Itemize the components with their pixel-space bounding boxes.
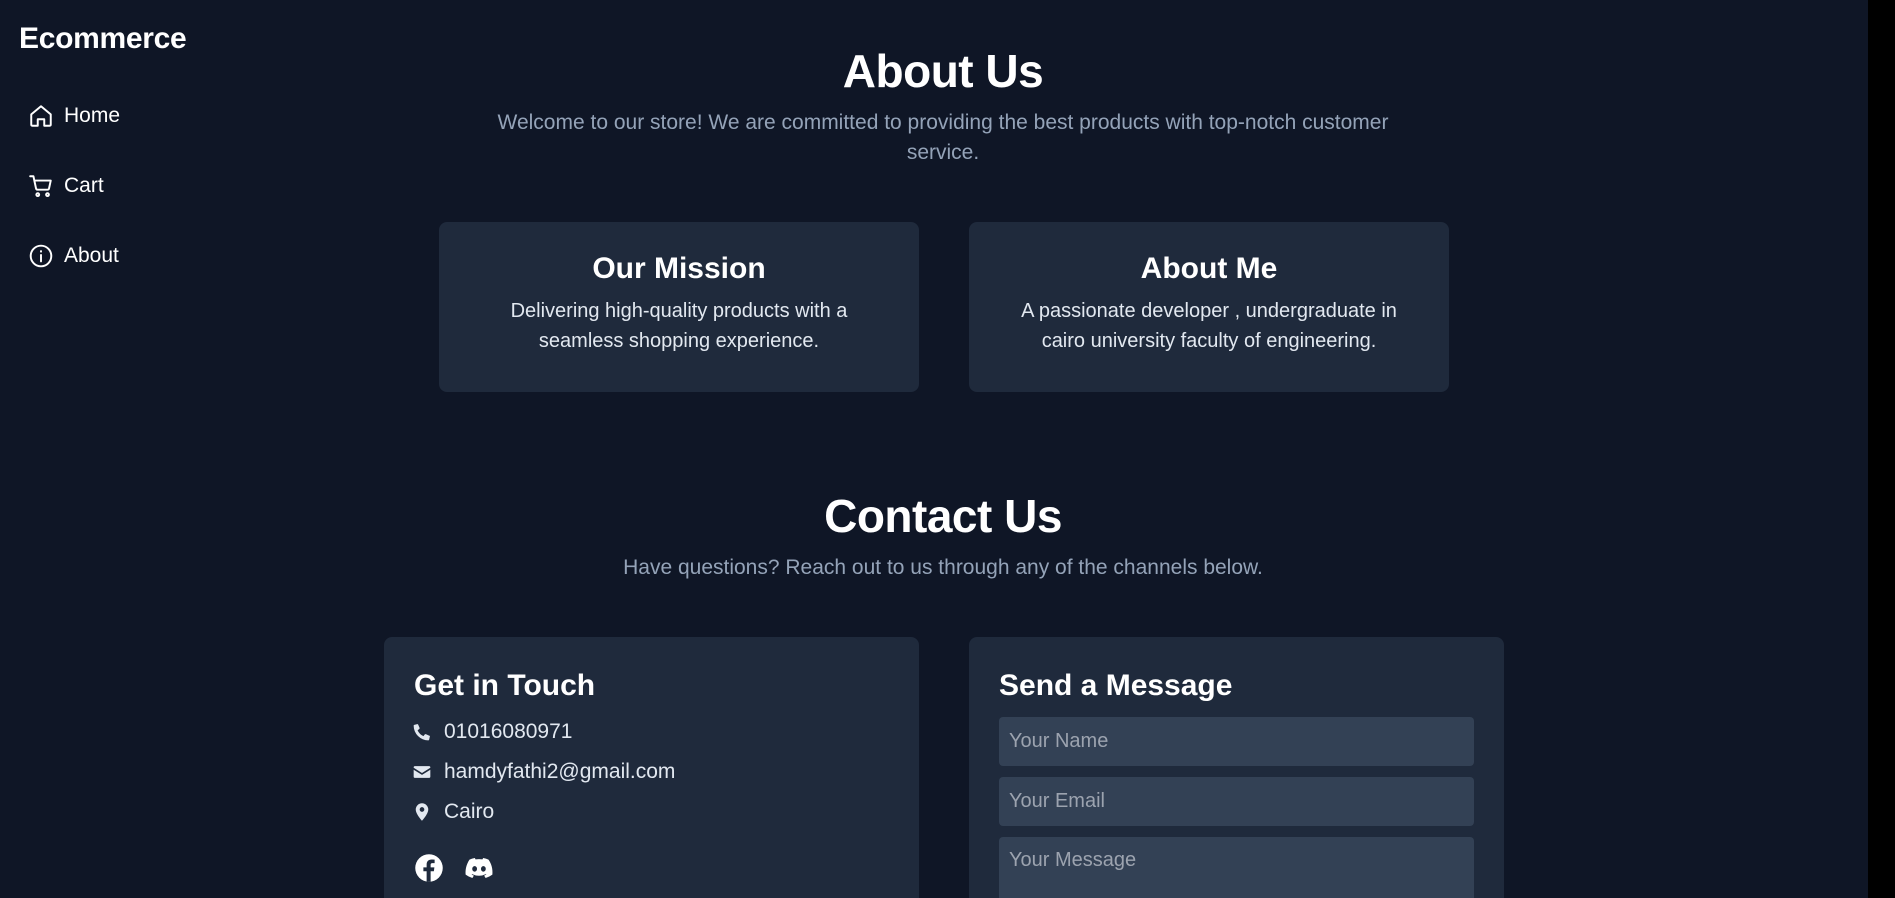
message-textarea[interactable] xyxy=(999,837,1474,898)
sidebar-item-label: Cart xyxy=(64,174,104,197)
home-icon xyxy=(28,103,54,129)
envelope-icon xyxy=(412,762,432,782)
brand-logo[interactable]: Ecommerce xyxy=(19,22,187,56)
get-in-touch-title: Get in Touch xyxy=(414,669,596,702)
contact-section-header: Contact Us Have questions? Reach out to … xyxy=(220,489,1666,583)
sidebar-item-cart[interactable]: Cart xyxy=(28,169,104,203)
contact-title: Contact Us xyxy=(824,490,1062,542)
phone-icon xyxy=(412,722,432,742)
sidebar-item-label: About xyxy=(64,244,119,267)
phone-number: 01016080971 xyxy=(444,720,573,743)
social-links xyxy=(414,853,494,883)
about-me-card: About Me A passionate developer , underg… xyxy=(969,222,1449,392)
contact-intro: Have questions? Reach out to us through … xyxy=(623,556,1263,579)
sidebar: Ecommerce Home Cart About xyxy=(0,0,220,898)
get-in-touch-card: Get in Touch 01016080971 hamdyfathi2@gma… xyxy=(384,637,919,898)
mission-card: Our Mission Delivering high-quality prod… xyxy=(439,222,919,392)
mission-text: Delivering high-quality products with a … xyxy=(510,300,848,352)
mission-title: Our Mission xyxy=(592,252,766,285)
discord-icon[interactable] xyxy=(464,853,494,883)
about-page: Ecommerce Home Cart About About Us Welco… xyxy=(0,0,1895,898)
about-me-title: About Me xyxy=(1140,252,1278,285)
about-me-text: A passionate developer , undergraduate i… xyxy=(1021,300,1397,352)
location-text: Cairo xyxy=(444,800,495,823)
location-row: Cairo xyxy=(412,800,494,824)
sidebar-item-home[interactable]: Home xyxy=(28,99,120,133)
email-row: hamdyfathi2@gmail.com xyxy=(412,760,675,784)
email-input[interactable] xyxy=(999,777,1474,826)
about-section-header: About Us Welcome to our store! We are co… xyxy=(220,44,1666,168)
info-icon xyxy=(28,243,54,269)
email-address[interactable]: hamdyfathi2@gmail.com xyxy=(444,760,675,784)
name-input[interactable] xyxy=(999,717,1474,766)
about-intro: Welcome to our store! We are committed t… xyxy=(497,111,1389,164)
scrollbar-track[interactable] xyxy=(1868,0,1895,898)
send-message-title: Send a Message xyxy=(999,669,1233,702)
phone-row: 01016080971 xyxy=(412,720,572,744)
about-title: About Us xyxy=(842,45,1044,97)
map-pin-icon xyxy=(412,802,432,822)
sidebar-item-label: Home xyxy=(64,104,121,127)
facebook-icon[interactable] xyxy=(414,853,444,883)
sidebar-item-about[interactable]: About xyxy=(28,239,119,273)
send-message-card: Send a Message xyxy=(969,637,1504,898)
cart-icon xyxy=(28,173,54,199)
